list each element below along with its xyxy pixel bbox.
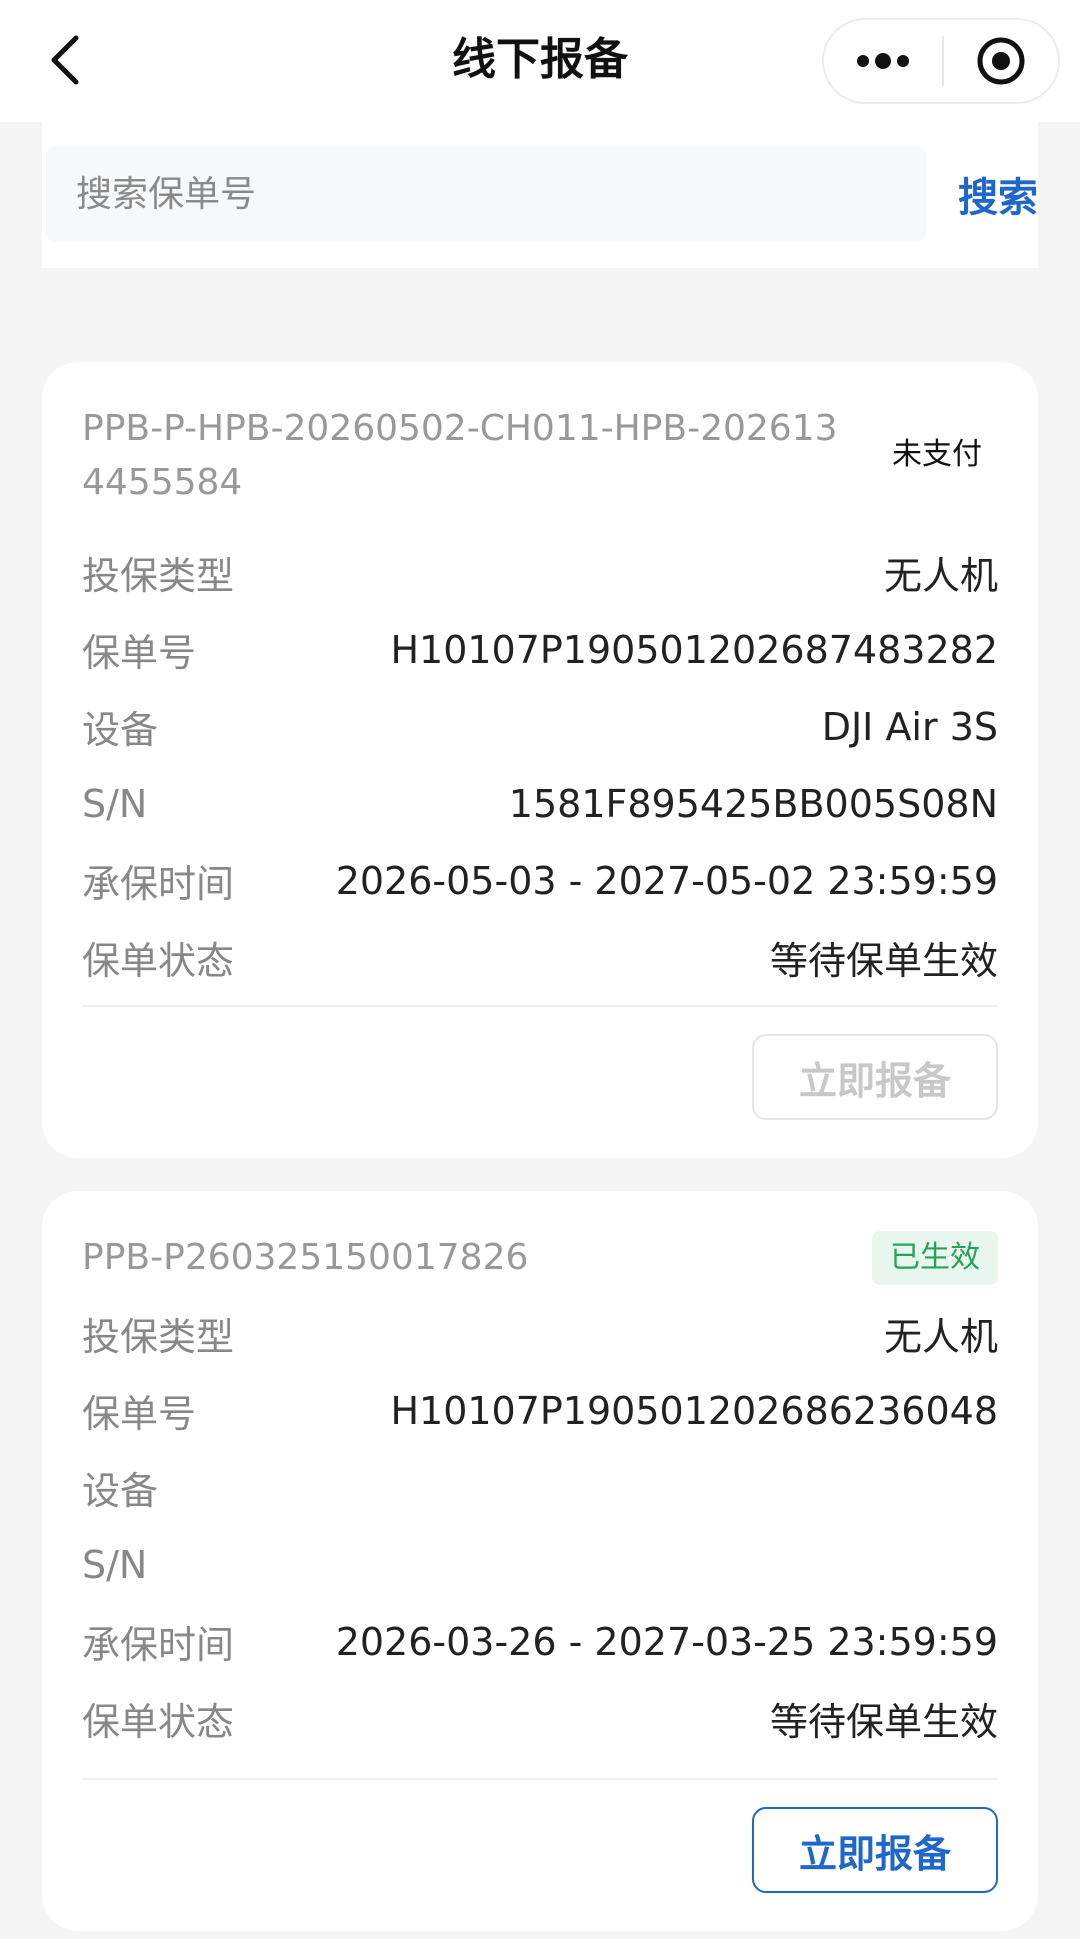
search-panel: 搜索 (42, 122, 1038, 268)
more-button[interactable] (824, 20, 942, 102)
policy-details: 投保类型 无人机 保单号 H10107P190501202686236048 设… (82, 1295, 998, 1757)
detail-value: H10107P190501202687483282 (390, 627, 998, 672)
detail-label: 承保时间 (82, 862, 235, 906)
policy-card-header: PPB-P260325150017826 已生效 (82, 1231, 998, 1285)
detail-value: 2026-05-03 - 2027-05-02 23:59:59 (335, 858, 998, 903)
order-number: PPB-P260325150017826 (82, 1237, 529, 1278)
detail-row-insurance-type: 投保类型 无人机 (82, 534, 998, 611)
detail-row-device: 设备 DJI Air 3S (82, 688, 998, 765)
mini-program-capsule (822, 18, 1060, 104)
detail-row-coverage-period: 承保时间 2026-03-26 - 2027-03-25 23:59:59 (82, 1603, 998, 1680)
detail-label: 承保时间 (82, 1623, 235, 1667)
detail-label: 保单状态 (82, 939, 235, 983)
detail-row-device: 设备 (82, 1449, 998, 1526)
more-dots-icon (857, 53, 909, 69)
policy-card: PPB-P260325150017826 已生效 投保类型 无人机 保单号 H1… (42, 1191, 1038, 1931)
detail-label: 保单状态 (82, 1700, 235, 1744)
detail-label: 保单号 (82, 631, 197, 675)
search-input[interactable] (46, 146, 926, 242)
detail-label: S/N (82, 781, 148, 826)
detail-label: 设备 (82, 708, 159, 752)
detail-label: 设备 (82, 1469, 159, 1513)
detail-label: 投保类型 (82, 1315, 235, 1359)
detail-value: 等待保单生效 (769, 1700, 998, 1744)
detail-value: DJI Air 3S (821, 704, 998, 749)
detail-label: 投保类型 (82, 554, 235, 598)
detail-value: H10107P190501202686236048 (390, 1388, 998, 1433)
detail-value: 等待保单生效 (769, 939, 998, 983)
detail-value: 无人机 (883, 554, 998, 598)
target-close-icon (977, 37, 1025, 85)
status-badge: 未支付 (892, 437, 982, 472)
detail-label: 保单号 (82, 1392, 197, 1436)
detail-value: 1581F895425BB005S08N (508, 781, 998, 826)
policy-details: 投保类型 无人机 保单号 H10107P190501202687483282 设… (82, 534, 998, 996)
navigation-bar: 线下报备 (0, 0, 1080, 122)
card-divider (82, 1778, 998, 1780)
page: 线下报备 搜索 PPB-P-HPB-202605 (0, 0, 1080, 1939)
search-button[interactable]: 搜索 (948, 146, 1038, 242)
detail-row-policy-number: 保单号 H10107P190501202686236048 (82, 1372, 998, 1449)
policy-card-header: PPB-P-HPB-20260502-CH011-HPB-20261344555… (82, 402, 998, 510)
detail-row-serial-number: S/N 1581F895425BB005S08N (82, 765, 998, 842)
policy-card: PPB-P-HPB-20260502-CH011-HPB-20261344555… (42, 362, 1038, 1158)
close-mini-program-button[interactable] (944, 20, 1058, 102)
detail-value: 2026-03-26 - 2027-03-25 23:59:59 (335, 1619, 998, 1664)
detail-row-insurance-type: 投保类型 无人机 (82, 1295, 998, 1372)
detail-label: S/N (82, 1542, 148, 1587)
detail-row-policy-number: 保单号 H10107P190501202687483282 (82, 611, 998, 688)
report-now-button[interactable]: 立即报备 (752, 1807, 998, 1893)
status-badge: 已生效 (872, 1231, 998, 1285)
report-now-button[interactable]: 立即报备 (752, 1034, 998, 1120)
card-divider (82, 1005, 998, 1007)
detail-value: 无人机 (883, 1315, 998, 1359)
order-number: PPB-P-HPB-20260502-CH011-HPB-20261344555… (82, 408, 838, 503)
detail-row-policy-status: 保单状态 等待保单生效 (82, 919, 998, 996)
detail-row-serial-number: S/N (82, 1526, 998, 1603)
detail-row-coverage-period: 承保时间 2026-05-03 - 2027-05-02 23:59:59 (82, 842, 998, 919)
detail-row-policy-status: 保单状态 等待保单生效 (82, 1680, 998, 1757)
